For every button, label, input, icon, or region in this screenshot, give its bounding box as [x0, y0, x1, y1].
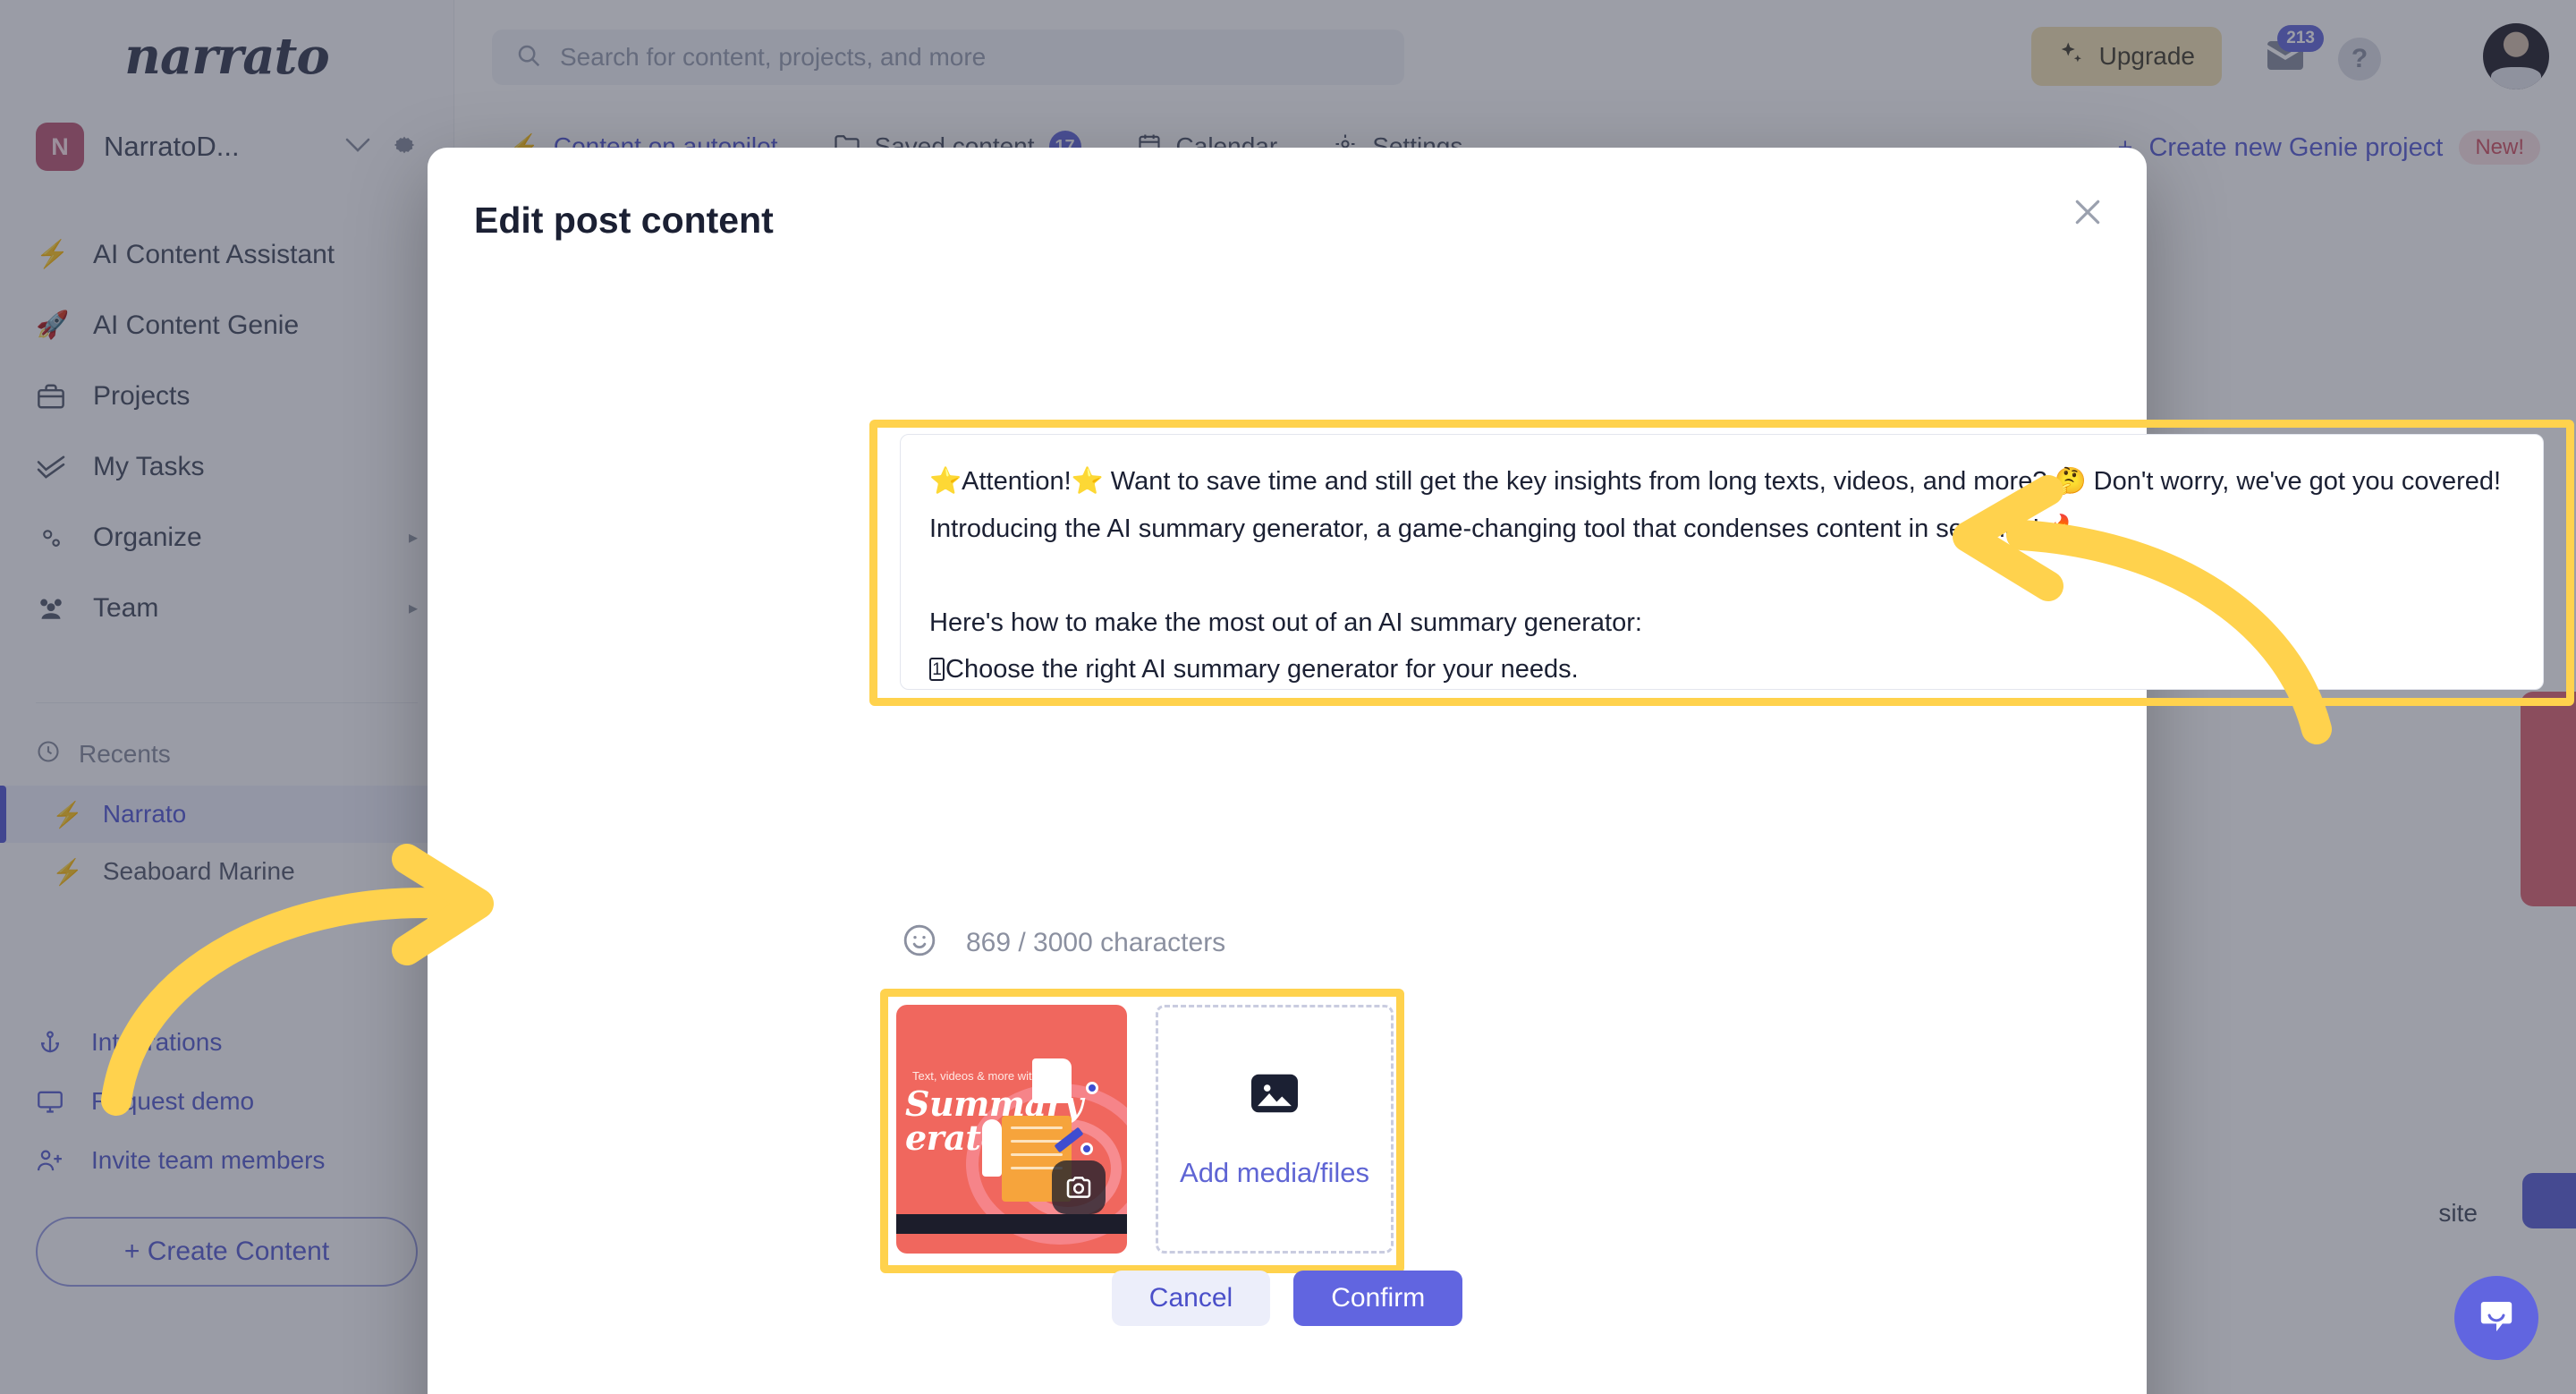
highlight-frame-media: [880, 989, 1404, 1273]
close-icon[interactable]: [2061, 185, 2114, 239]
cancel-button[interactable]: Cancel: [1111, 1271, 1271, 1326]
chat-icon: [2475, 1295, 2518, 1342]
confirm-button[interactable]: Confirm: [1293, 1271, 1463, 1326]
modal-footer: Cancel Confirm: [428, 1271, 2147, 1326]
character-counter-row: 869 / 3000 characters: [902, 922, 1225, 963]
edit-post-content-modal: Edit post content ⭐Attention!⭐ Want to s…: [428, 148, 2574, 1394]
app-root: narrato N NarratoD... ⚡ AI Content Assis…: [0, 0, 2576, 1394]
emoji-icon[interactable]: [902, 922, 937, 963]
highlight-frame-editor: [869, 420, 2574, 706]
modal-title: Edit post content: [474, 200, 774, 241]
intercom-chat-button[interactable]: [2454, 1276, 2538, 1360]
character-count: 869 / 3000 characters: [966, 927, 1226, 957]
